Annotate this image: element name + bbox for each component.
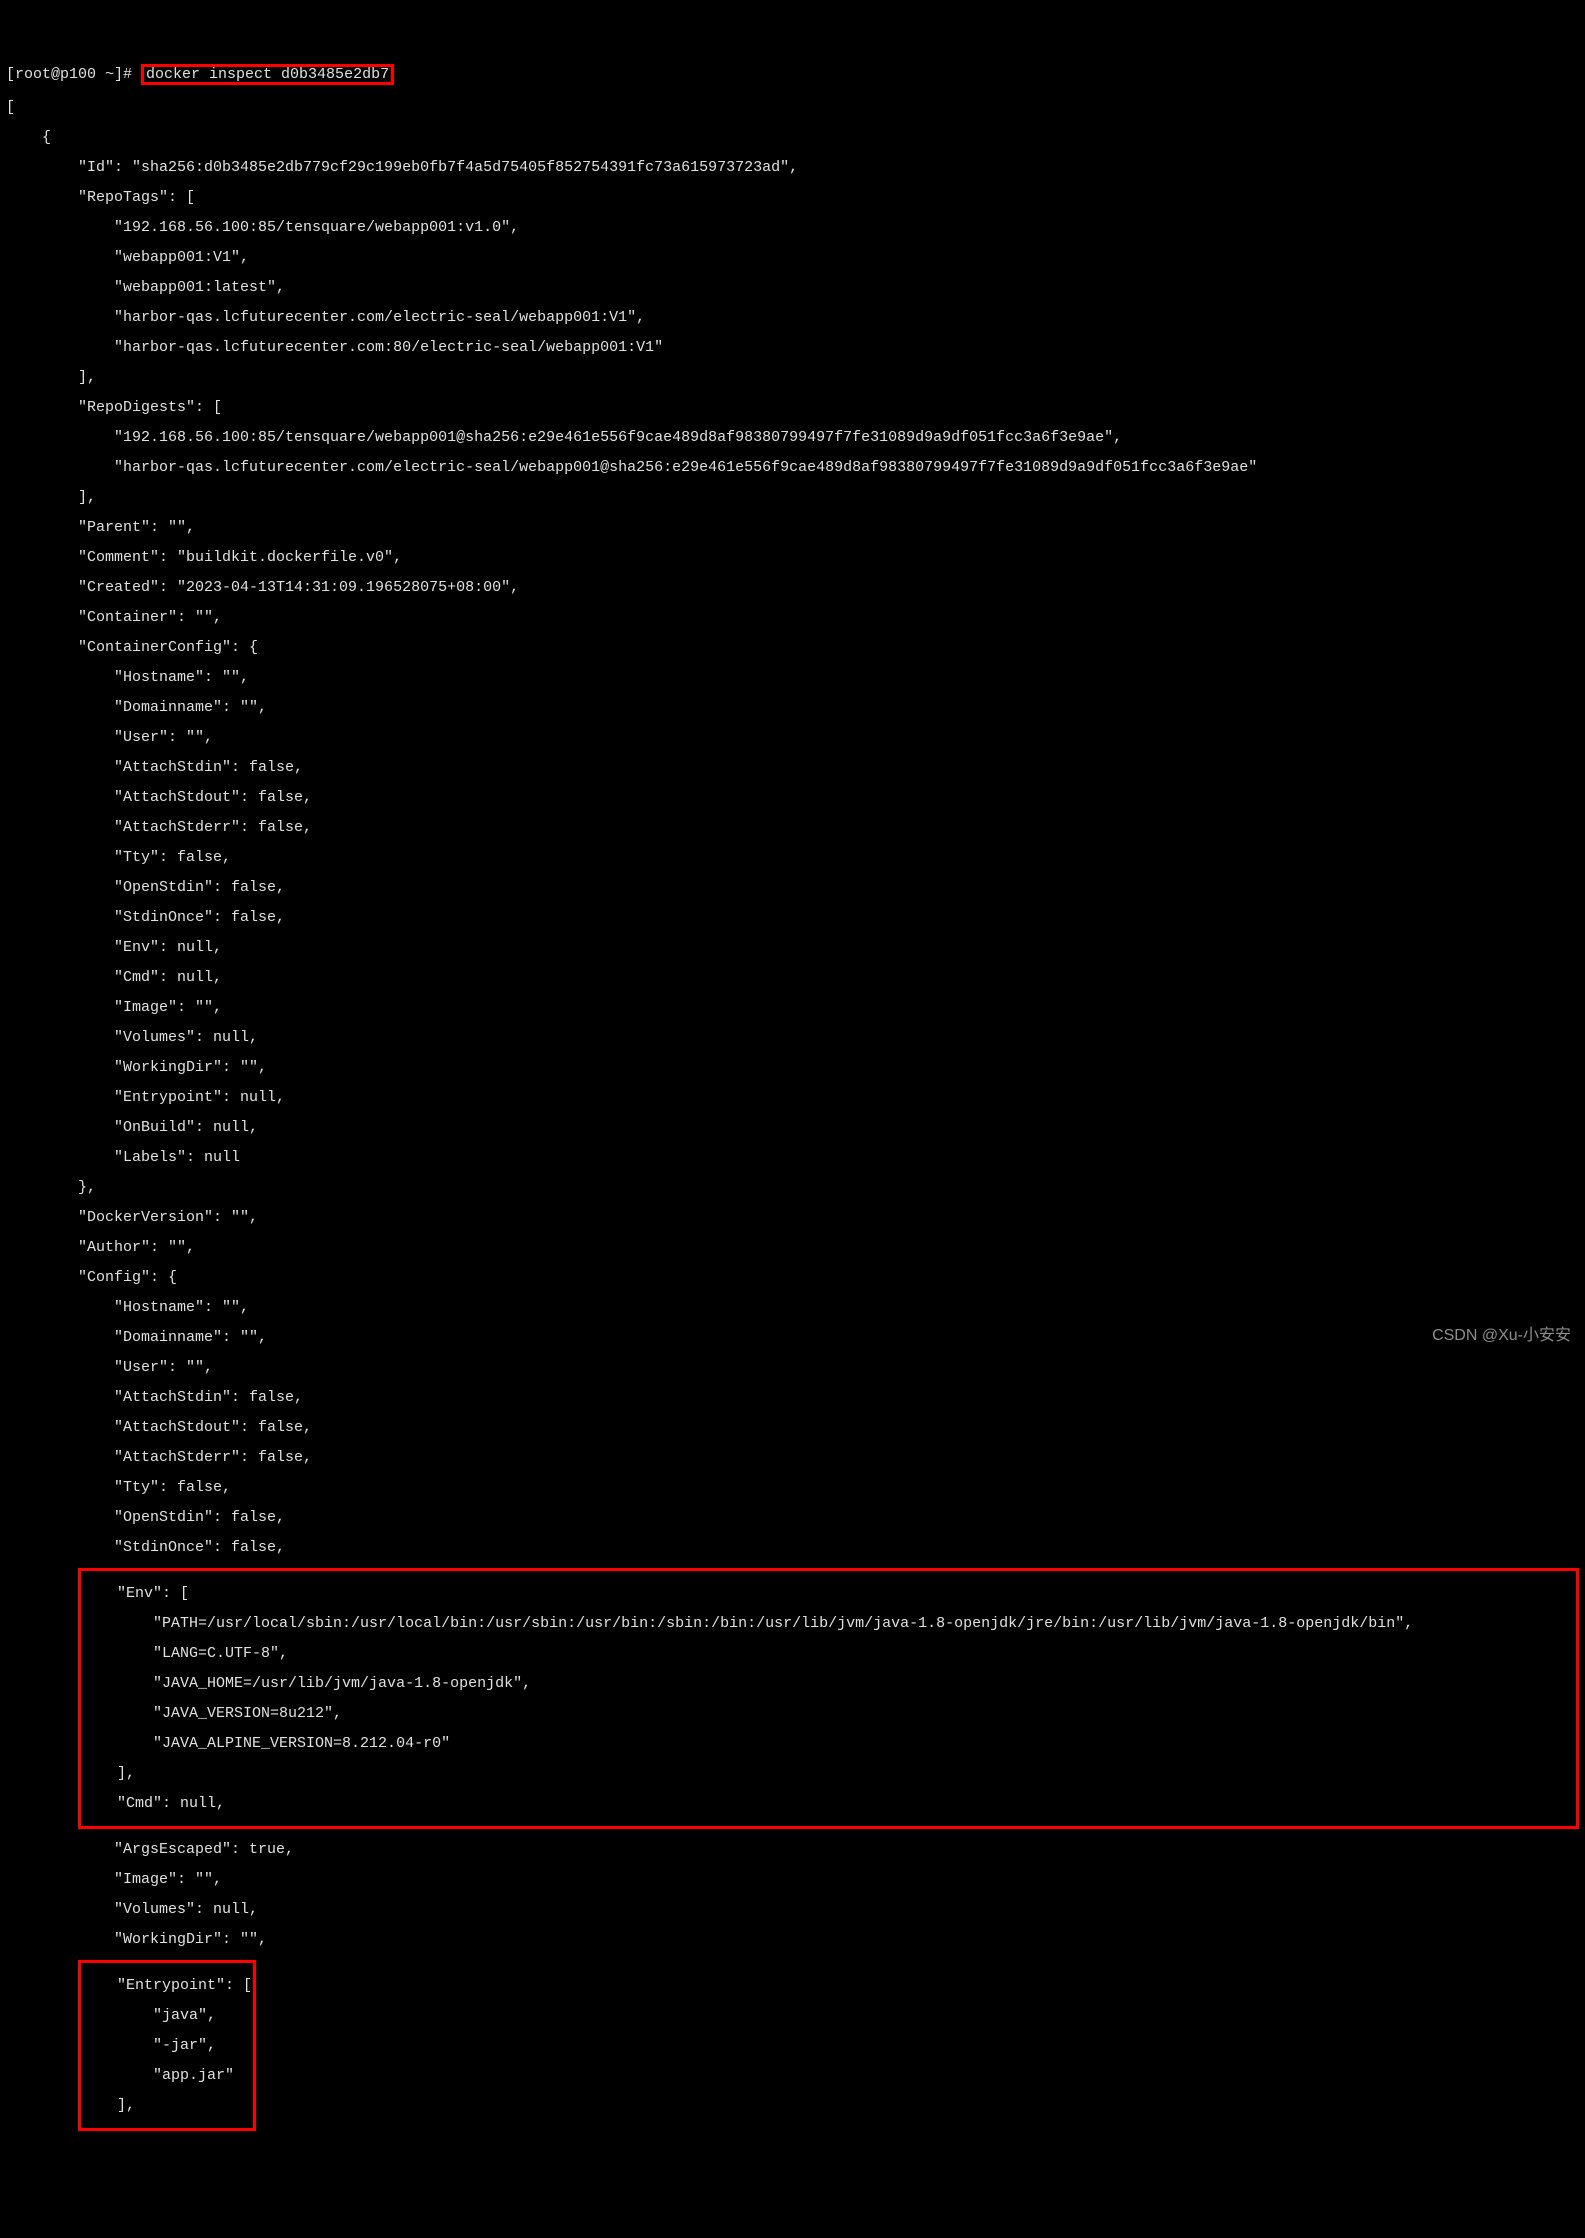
output-line: "Cmd": null, xyxy=(3,1796,1576,1811)
output-line: ], xyxy=(0,370,1585,385)
output-line: "Comment": "buildkit.dockerfile.v0", xyxy=(0,550,1585,565)
output-line: ], xyxy=(0,490,1585,505)
prompt-line: [root@p100 ~]# docker inspect d0b3485e2d… xyxy=(0,64,1585,85)
output-line: { xyxy=(0,130,1585,145)
output-line: "Container": "", xyxy=(0,610,1585,625)
output-line: "Config": { xyxy=(0,1270,1585,1285)
output-line: "ContainerConfig": { xyxy=(0,640,1585,655)
output-line: "Created": "2023-04-13T14:31:09.19652807… xyxy=(0,580,1585,595)
output-line: "harbor-qas.lcfuturecenter.com/electric-… xyxy=(0,460,1585,475)
output-line: "JAVA_ALPINE_VERSION=8.212.04-r0" xyxy=(3,1736,1576,1751)
output-line: "Image": "", xyxy=(0,1872,1585,1887)
output-line: "AttachStdout": false, xyxy=(0,790,1585,805)
output-line: "Image": "", xyxy=(0,1000,1585,1015)
output-line: "Entrypoint": null, xyxy=(0,1090,1585,1105)
output-line: "webapp001:latest", xyxy=(0,280,1585,295)
output-line: "JAVA_HOME=/usr/lib/jvm/java-1.8-openjdk… xyxy=(3,1676,1576,1691)
output-line: "AttachStdin": false, xyxy=(0,1390,1585,1405)
output-line: "AttachStderr": false, xyxy=(0,820,1585,835)
command-text[interactable]: docker inspect d0b3485e2db7 xyxy=(146,66,389,83)
shell-prompt: [root@p100 ~]# xyxy=(6,66,141,83)
output-line: "Id": "sha256:d0b3485e2db779cf29c199eb0f… xyxy=(0,160,1585,175)
output-line: "Hostname": "", xyxy=(0,1300,1585,1315)
output-line: ], xyxy=(3,1766,1576,1781)
output-line: ], xyxy=(3,2098,253,2113)
output-line: "AttachStdin": false, xyxy=(0,760,1585,775)
output-line: "Labels": null xyxy=(0,1150,1585,1165)
output-line: "DockerVersion": "", xyxy=(0,1210,1585,1225)
output-line: "app.jar" xyxy=(3,2068,253,2083)
output-line: "webapp001:V1", xyxy=(0,250,1585,265)
env-highlight-box: "Env": [ "PATH=/usr/local/sbin:/usr/loca… xyxy=(78,1568,1579,1829)
output-line: "192.168.56.100:85/tensquare/webapp001@s… xyxy=(0,430,1585,445)
output-line: "User": "", xyxy=(0,730,1585,745)
output-line: "Volumes": null, xyxy=(0,1902,1585,1917)
output-line: "harbor-qas.lcfuturecenter.com:80/electr… xyxy=(0,340,1585,355)
output-line: "Entrypoint": [ xyxy=(3,1978,253,1993)
output-line: "harbor-qas.lcfuturecenter.com/electric-… xyxy=(0,310,1585,325)
output-line: "Cmd": null, xyxy=(0,970,1585,985)
command-highlight-box: docker inspect d0b3485e2db7 xyxy=(141,64,394,85)
output-line: "Tty": false, xyxy=(0,850,1585,865)
output-line: "RepoTags": [ xyxy=(0,190,1585,205)
output-line: "WorkingDir": "", xyxy=(0,1932,1585,1947)
output-line: }, xyxy=(0,1180,1585,1195)
output-line: "LANG=C.UTF-8", xyxy=(3,1646,1576,1661)
entrypoint-highlight-box: "Entrypoint": [ "java", "-jar", "app.jar… xyxy=(78,1960,256,2131)
output-line: "Hostname": "", xyxy=(0,670,1585,685)
output-line: "java", xyxy=(3,2008,253,2023)
output-line: "-jar", xyxy=(3,2038,253,2053)
output-line: "JAVA_VERSION=8u212", xyxy=(3,1706,1576,1721)
output-line: "PATH=/usr/local/sbin:/usr/local/bin:/us… xyxy=(3,1616,1576,1631)
output-line: "Volumes": null, xyxy=(0,1030,1585,1045)
output-line: "WorkingDir": "", xyxy=(0,1060,1585,1075)
output-line: "StdinOnce": false, xyxy=(0,910,1585,925)
output-line: "StdinOnce": false, xyxy=(0,1540,1585,1555)
watermark: CSDN @Xu-小安安 xyxy=(1432,1328,1571,1344)
output-line: "Domainname": "", xyxy=(0,700,1585,715)
output-line: "Env": [ xyxy=(3,1586,1576,1601)
output-line: "User": "", xyxy=(0,1360,1585,1375)
output-line: "Env": null, xyxy=(0,940,1585,955)
output-line: "Author": "", xyxy=(0,1240,1585,1255)
output-line: "OnBuild": null, xyxy=(0,1120,1585,1135)
output-line: "Domainname": "", xyxy=(0,1330,1585,1345)
output-line: "Parent": "", xyxy=(0,520,1585,535)
output-line: "AttachStderr": false, xyxy=(0,1450,1585,1465)
output-line: "OpenStdin": false, xyxy=(0,880,1585,895)
output-line: "AttachStdout": false, xyxy=(0,1420,1585,1435)
output-line: "192.168.56.100:85/tensquare/webapp001:v… xyxy=(0,220,1585,235)
output-line: "RepoDigests": [ xyxy=(0,400,1585,415)
output-line: "ArgsEscaped": true, xyxy=(0,1842,1585,1857)
output-line: [ xyxy=(0,100,1585,115)
output-line: "OpenStdin": false, xyxy=(0,1510,1585,1525)
output-line: "Tty": false, xyxy=(0,1480,1585,1495)
